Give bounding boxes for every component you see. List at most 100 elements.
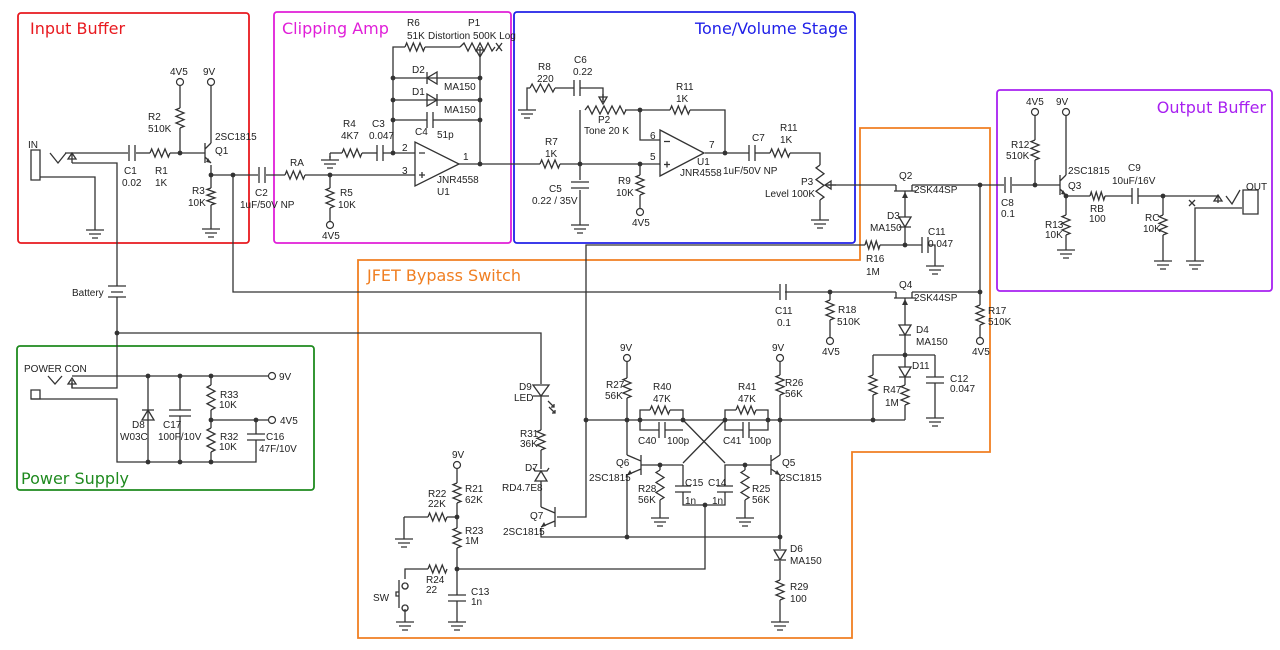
label-u1b-ref: U1	[697, 157, 710, 168]
label-c4-ref: C4	[415, 127, 428, 138]
wires	[31, 46, 1242, 618]
junction-dot	[657, 462, 663, 468]
input-jack-icon	[30, 149, 78, 181]
label-r17-ref: R17	[988, 306, 1007, 317]
label-c11a-ref: C11	[928, 227, 946, 238]
label-pins-u1a-2: 1	[463, 152, 469, 163]
label-d3-ref: D3	[887, 211, 900, 222]
label-c11b-ref: C11	[775, 306, 793, 317]
wire	[690, 109, 726, 153]
capacitor-symbol	[128, 145, 136, 161]
wire	[724, 420, 743, 431]
label-c3-ref: C3	[372, 119, 385, 130]
label-r11b-ref: R11	[780, 123, 798, 134]
junction-dot	[680, 417, 686, 423]
resistor-symbol	[649, 404, 671, 416]
junction-dot	[177, 459, 183, 465]
label-c1-ref: C1	[124, 166, 137, 177]
label-r7-value: 1K	[545, 149, 558, 160]
label-r25-value: 56K	[752, 495, 770, 506]
junction-dot	[902, 242, 908, 248]
junction-dot	[253, 417, 259, 423]
label-d7-ref: D7	[525, 463, 538, 474]
label-rails-v9: 9V	[452, 450, 465, 461]
junction-dot	[477, 117, 483, 123]
resistor-symbol	[867, 374, 879, 396]
label-c17-value: 100F/10V	[158, 432, 202, 443]
label-q7-ref: Q7	[530, 511, 544, 522]
label-r12-value: 510K	[1006, 151, 1030, 162]
label-pins-u1b-0: 6	[650, 131, 656, 142]
capacitor-symbol	[573, 80, 581, 96]
junction-dot	[145, 373, 151, 379]
label-q4-value: 2SK44SP	[914, 293, 958, 304]
junction-dot	[827, 289, 833, 295]
capacitor-symbol	[658, 422, 666, 438]
label-c7-value: 1uF/50V NP	[723, 166, 778, 177]
label-u1a-ref: U1	[437, 187, 450, 198]
label-c40-value: 100p	[667, 436, 690, 447]
label-r28-ref: R28	[638, 484, 657, 495]
junction-dot	[390, 117, 396, 123]
junction-dot	[870, 417, 876, 423]
label-r28-value: 56K	[638, 495, 656, 506]
junction-dot	[637, 161, 643, 167]
label-c13-value: 1n	[471, 597, 482, 608]
label-jacks-out: OUT	[1246, 182, 1267, 193]
ground-icon	[202, 225, 220, 238]
junction-dot	[390, 97, 396, 103]
label-c8-ref: C8	[1001, 198, 1014, 209]
junction-dot	[477, 161, 483, 167]
ground-icon	[736, 514, 754, 527]
ground-icon	[926, 414, 944, 427]
junction-dot	[742, 462, 748, 468]
label-rails-v9: 9V	[279, 372, 292, 383]
ground-icon	[926, 262, 944, 275]
label-jacks-in: IN	[28, 140, 38, 151]
junction-dot	[977, 289, 983, 295]
label-r11a-ref: R11	[676, 82, 694, 93]
label-r41-ref: R41	[738, 382, 757, 393]
resistor-symbol	[1089, 189, 1106, 203]
label-r4-ref: R4	[343, 119, 356, 130]
ground-icon	[1057, 246, 1075, 259]
label-c41-value: 100p	[749, 436, 772, 447]
label-rails-v45: 4V5	[322, 231, 340, 242]
opamp-polarity-marks	[419, 152, 425, 178]
label-pins-u1b-2: 7	[709, 140, 715, 151]
resistor-symbol	[205, 427, 217, 453]
light-emission-icon	[547, 400, 556, 414]
label-p3-value: Level 100K	[765, 189, 815, 200]
capacitor-symbol	[926, 376, 944, 384]
junction-dot	[477, 97, 483, 103]
label-r27-value: 56K	[605, 391, 623, 402]
resistor-symbol	[864, 238, 881, 252]
resistor-symbol	[735, 404, 757, 416]
label-d4-ref: D4	[916, 325, 929, 336]
junction-dot	[230, 172, 236, 178]
label-q3-value: 2SC1815	[1068, 166, 1110, 177]
label-c40-ref: C40	[638, 436, 657, 447]
junction-dot	[977, 182, 983, 188]
title-tone-volume: Tone/Volume Stage	[694, 19, 848, 38]
label-d6-value: MA150	[790, 556, 822, 567]
label-r47-ref: R47	[883, 385, 902, 396]
led-d9-symbol	[531, 384, 551, 398]
label-p3-ref: P3	[801, 177, 814, 188]
label-r16-ref: R16	[866, 254, 885, 265]
wire	[404, 568, 428, 579]
label-r31-value: 36K	[520, 439, 538, 450]
junction-dot	[208, 373, 214, 379]
label-q4-ref: Q4	[899, 280, 913, 291]
label-d3-value: MA150	[870, 223, 902, 234]
label-jacks-switch: SW	[373, 593, 390, 604]
junction-dot	[208, 172, 214, 178]
terminal-icon	[775, 353, 785, 363]
label-d1-value: MA150	[444, 105, 476, 116]
label-d9-ref: D9	[519, 382, 532, 393]
junction-dot	[577, 161, 583, 167]
label-q2-ref: Q2	[899, 171, 913, 182]
ground-icon	[571, 221, 589, 234]
junction-dot	[390, 150, 396, 156]
junction-dot	[902, 352, 908, 358]
